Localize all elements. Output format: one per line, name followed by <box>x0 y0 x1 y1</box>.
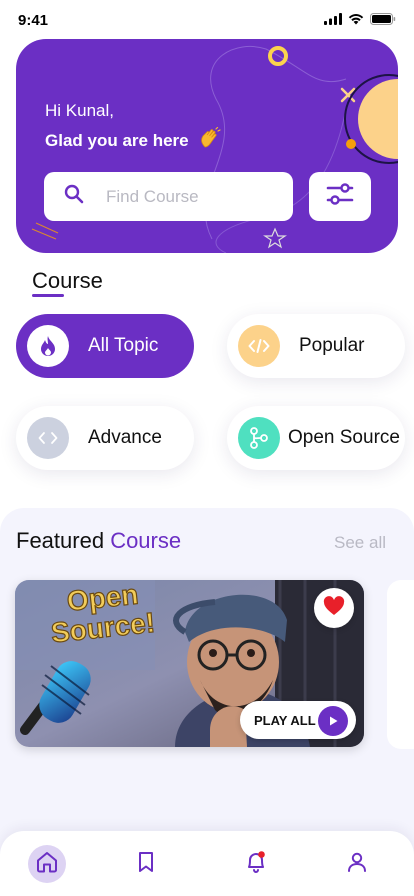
waving-hand-icon <box>199 126 221 154</box>
play-all-label: PLAY ALL <box>254 712 316 728</box>
welcome-text: Glad you are here <box>45 126 221 154</box>
section-title-underline <box>32 294 64 297</box>
home-icon <box>35 850 59 879</box>
search-bar[interactable] <box>44 172 293 221</box>
featured-title: Featured Course <box>16 528 181 554</box>
heart-icon <box>323 595 345 621</box>
category-chip-all-topic[interactable]: All Topic <box>16 314 194 378</box>
next-course-card[interactable] <box>387 580 414 749</box>
welcome-label: Glad you are here <box>45 130 189 150</box>
featured-course-card[interactable]: Open Source! PLAY ALL <box>15 580 364 747</box>
greeting-text: Hi Kunal, <box>45 101 114 120</box>
search-icon <box>64 184 84 209</box>
chevrons-icon <box>27 417 69 459</box>
bell-icon <box>244 850 268 879</box>
signal-icon <box>324 13 342 25</box>
category-label: Popular <box>299 335 365 356</box>
category-chip-open-source[interactable]: Open Source <box>227 406 405 470</box>
user-icon <box>345 850 369 879</box>
search-input[interactable] <box>106 186 266 207</box>
featured-title-accent: Course <box>110 528 182 553</box>
category-label: Advance <box>88 427 162 448</box>
hero-banner: Hi Kunal, Glad you are here <box>16 39 398 253</box>
bookmark-icon <box>134 850 158 879</box>
category-chip-advance[interactable]: Advance <box>16 406 194 470</box>
nav-notifications[interactable] <box>237 845 275 883</box>
nav-profile[interactable] <box>338 845 376 883</box>
category-label: Open Source <box>288 427 400 448</box>
status-icons <box>324 13 396 25</box>
git-branch-icon <box>238 417 280 459</box>
filter-sliders-icon <box>325 182 355 211</box>
status-time: 9:41 <box>18 12 49 29</box>
favorite-button[interactable] <box>314 588 354 628</box>
status-bar: 9:41 <box>0 0 414 40</box>
fire-icon <box>27 325 69 367</box>
featured-title-prefix: Featured <box>16 528 105 553</box>
battery-icon <box>370 13 396 25</box>
nav-bookmark[interactable] <box>127 845 165 883</box>
play-icon <box>318 706 348 736</box>
code-icon <box>238 325 280 367</box>
filter-button[interactable] <box>309 172 371 221</box>
course-section-title: Course <box>32 268 103 293</box>
category-label: All Topic <box>88 335 159 356</box>
nav-home[interactable] <box>28 845 66 883</box>
category-chip-popular[interactable]: Popular <box>227 314 405 378</box>
bottom-navigation <box>0 831 414 896</box>
see-all-link[interactable]: See all <box>334 533 386 553</box>
play-all-button[interactable]: PLAY ALL <box>240 701 356 739</box>
wifi-icon <box>348 14 364 25</box>
